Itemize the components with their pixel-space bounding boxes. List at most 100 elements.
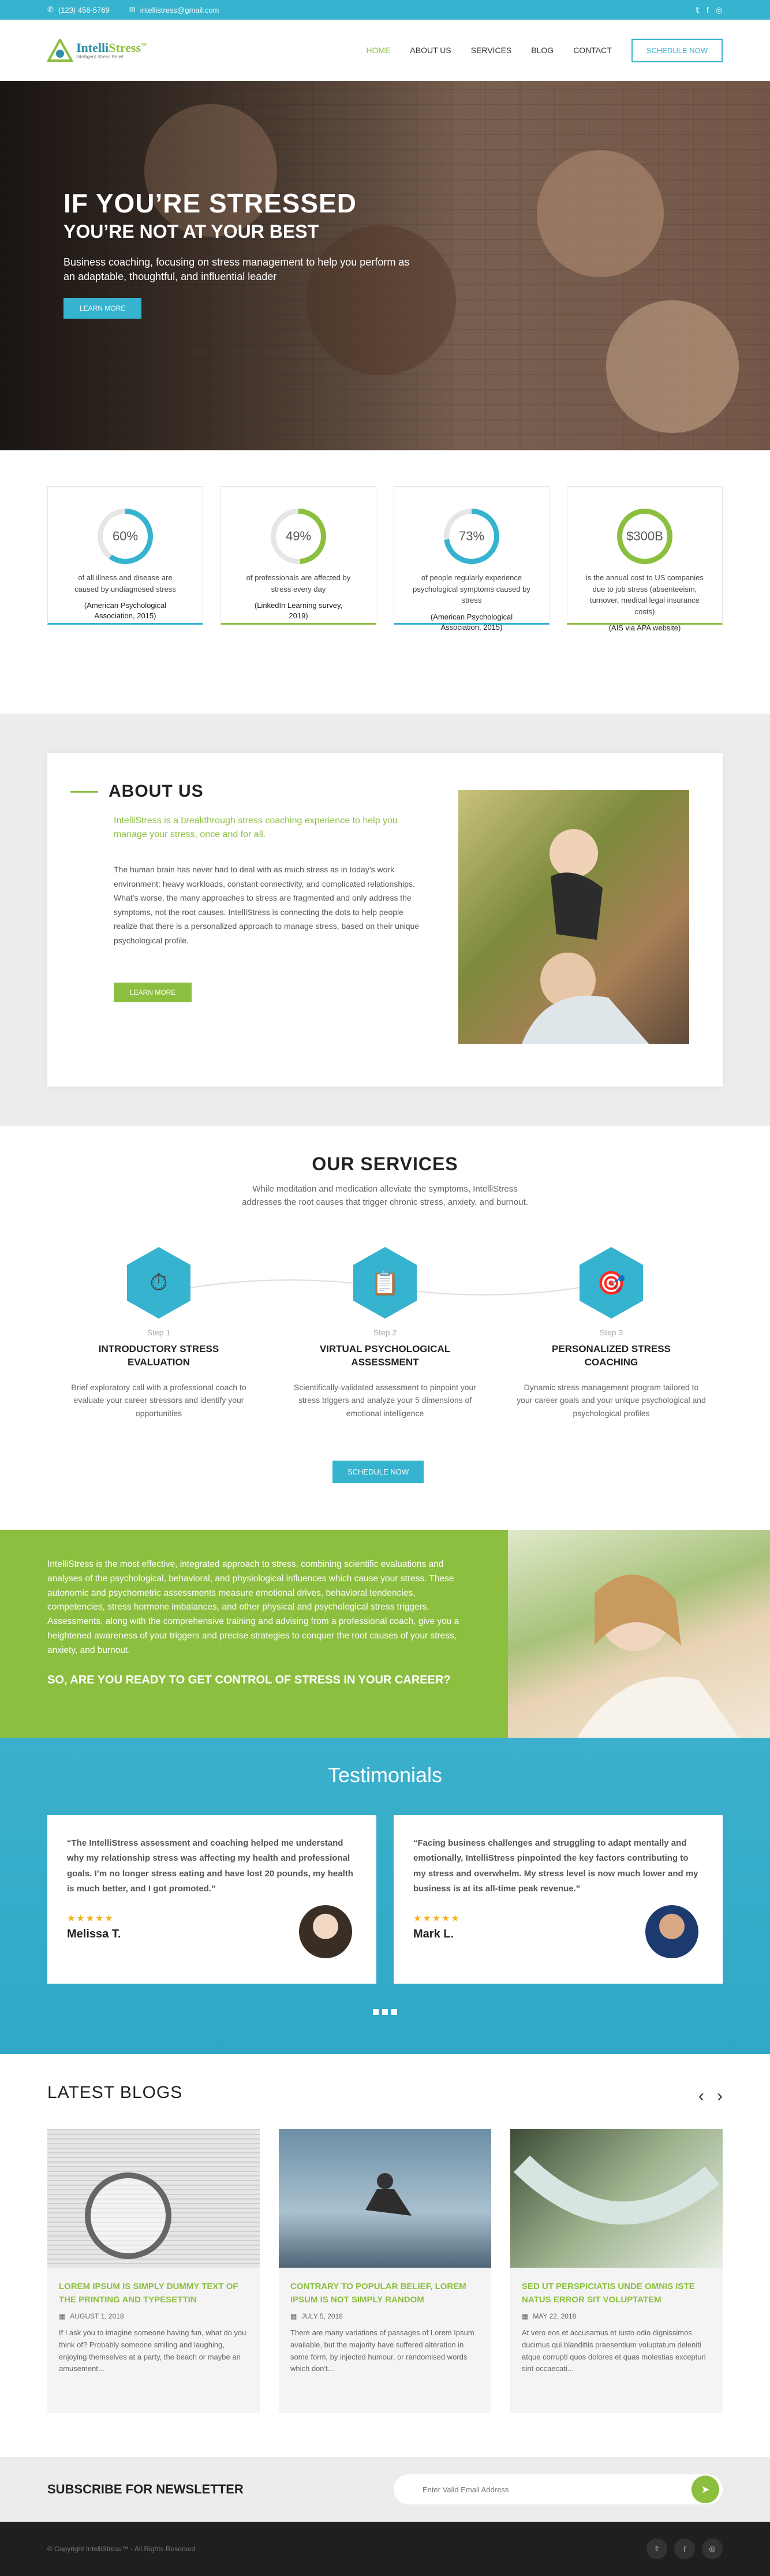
about-body: The human brain has never had to deal wi… [114, 865, 420, 945]
blog-image-hammock [510, 2129, 723, 2268]
nav-services[interactable]: SERVICES [471, 46, 512, 55]
step-label: Step 1 [147, 1328, 171, 1337]
email-address[interactable]: intellistress@gmail.com [140, 6, 219, 14]
newsletter-section: SUBSCRIBE FOR NEWSLETTER ➤ [0, 2457, 770, 2522]
testimonials-title: Testimonials [327, 1763, 443, 1787]
service-description: Scientifically-validated assessment to p… [294, 1382, 476, 1418]
stat-description: of people regularly experience psycholog… [413, 573, 530, 604]
blog-post-card[interactable]: CONTRARY TO POPULAR BELIEF, LOREM IPSUM … [279, 2129, 491, 2413]
phone-contact[interactable]: ✆ (123) 456-5769 [47, 5, 110, 14]
stat-card: 73% of people regularly experience psych… [394, 486, 550, 632]
blog-post-title[interactable]: CONTRARY TO POPULAR BELIEF, LOREM IPSUM … [279, 2268, 491, 2306]
stopwatch-icon: ⏱ [127, 1247, 190, 1319]
main-navbar: IntelliStress™ Intelligent Stress Relief… [0, 20, 770, 81]
stat-description: of professionals are affected by stress … [246, 573, 351, 593]
service-title: INTRODUCTORY STRESS EVALUATION [98, 1343, 219, 1368]
nav-blog[interactable]: BLOG [531, 46, 554, 55]
mail-icon: ✉ [129, 5, 136, 14]
relaxed-woman-image [508, 1530, 770, 1738]
blog-image-magnifier [47, 2129, 260, 2268]
phone-icon: ✆ [47, 5, 54, 14]
stat-source: (American Psychological Association, 201… [430, 612, 513, 632]
service-description: Dynamic stress management program tailor… [517, 1382, 706, 1418]
about-learn-more-button[interactable]: LEARN MORE [114, 983, 192, 1002]
top-bar: ✆ (123) 456-5769 ✉ intellistress@gmail.c… [0, 0, 770, 20]
blog-post-title[interactable]: LOREM IPSUM IS SIMPLY DUMMY TEXT OF THE … [47, 2268, 260, 2306]
stats-section: 60% of all illness and disease are cause… [0, 450, 770, 714]
email-contact[interactable]: ✉ intellistress@gmail.com [129, 5, 219, 14]
stat-ring: 73% [444, 509, 499, 564]
blog-post-date: ▦ JULY 5, 2018 [290, 2312, 343, 2320]
hero-banner: IF YOU’RE STRESSED YOU’RE NOT AT YOUR BE… [0, 81, 770, 450]
services-section: OUR SERVICES While meditation and medica… [0, 1126, 770, 1530]
jumping-man-image [365, 2173, 412, 2216]
step-label: Step 2 [373, 1328, 397, 1337]
blog-post-card[interactable]: LOREM IPSUM IS SIMPLY DUMMY TEXT OF THE … [47, 2129, 260, 2413]
approach-text-block: IntelliStress is the most effective, int… [0, 1530, 508, 1738]
hero-learn-more-button[interactable]: LEARN MORE [63, 298, 142, 319]
carousel-dot[interactable] [382, 2009, 388, 2015]
stat-source: (American Psychological Association, 201… [84, 601, 167, 621]
service-step-2: 📋 Step 2 VIRTUAL PSYCHOLOGICAL ASSESSMEN… [278, 1247, 492, 1420]
service-step-3: 🎯 Step 3 PERSONALIZED STRESS COACHING Dy… [504, 1247, 718, 1420]
nav-contact[interactable]: CONTACT [573, 46, 612, 55]
instagram-icon[interactable]: ◎ [702, 2538, 723, 2559]
father-daughter-image [522, 829, 649, 1044]
chevron-right-icon[interactable]: › [717, 2086, 723, 2106]
blog-post-card[interactable]: SED UT PERSPICIATIS UNDE OMNIS ISTE NATU… [510, 2129, 723, 2413]
service-step-1: ⏱ Step 1 INTRODUCTORY STRESS EVALUATION … [52, 1247, 266, 1420]
blog-image-jump [279, 2129, 491, 2268]
testimonial-quote: “Facing business challenges and struggli… [413, 1838, 698, 1894]
twitter-icon[interactable]: 𝕥 [696, 5, 700, 15]
title-divider [70, 790, 98, 793]
phone-number[interactable]: (123) 456-5769 [58, 6, 110, 14]
blog-post-excerpt: There are many variations of passages of… [290, 2328, 474, 2373]
blog-post-excerpt: At vero eos et accusamus et iusto odio d… [522, 2328, 706, 2373]
nav-home[interactable]: HOME [366, 46, 390, 55]
approach-section: IntelliStress is the most effective, int… [0, 1530, 770, 1738]
service-title: VIRTUAL PSYCHOLOGICAL ASSESSMENT [319, 1343, 451, 1368]
about-card: ABOUT US IntelliStress is a breakthrough… [47, 753, 723, 1087]
carousel-dot[interactable] [391, 2009, 397, 2015]
avatar [299, 1905, 352, 1958]
stat-value: 60% [103, 514, 148, 559]
carousel-dot[interactable] [373, 2009, 379, 2015]
blog-carousel-arrows: ‹ › [698, 2086, 723, 2106]
newsletter-form: ➤ [394, 2474, 723, 2504]
chevron-left-icon[interactable]: ‹ [698, 2086, 704, 2106]
hero-subtitle: YOU’RE NOT AT YOUR BEST [63, 221, 319, 242]
schedule-now-button[interactable]: SCHEDULE NOW [631, 38, 723, 62]
service-description: Brief exploratory call with a profession… [71, 1382, 246, 1418]
facebook-icon[interactable]: f [674, 2538, 695, 2559]
nav-about[interactable]: ABOUT US [410, 46, 451, 55]
footer: © Copyright IntelliStress™ - All Rights … [0, 2522, 770, 2576]
copyright-text: © Copyright IntelliStress™ - All Rights … [47, 2545, 196, 2553]
newsletter-email-input[interactable] [423, 2485, 653, 2494]
blog-post-date: ▦ MAY 22, 2018 [522, 2312, 577, 2320]
testimonials-section: Testimonials “The IntelliStress assessme… [0, 1738, 770, 2054]
newsletter-submit-button[interactable]: ➤ [691, 2476, 719, 2503]
about-lead: IntelliStress is a breakthrough stress c… [114, 816, 398, 839]
logo-tagline: Intelligent Stress Relief [76, 54, 124, 59]
nav-menu: HOME ABOUT US SERVICES BLOG CONTACT SCHE… [366, 38, 723, 62]
twitter-icon[interactable]: 𝕥 [646, 2538, 667, 2559]
logo-name: IntelliStress™ [76, 40, 147, 55]
site-logo[interactable]: IntelliStress™ Intelligent Stress Relief [47, 39, 147, 62]
about-title: ABOUT US [109, 782, 204, 801]
topbar-social: 𝕥 f ◎ [696, 5, 723, 15]
stat-value: $300B [622, 514, 667, 559]
blogs-section: LATEST BLOGS ‹ › LOREM IPSUM IS SIMPLY D… [0, 2054, 770, 2457]
blog-post-excerpt: If I ask you to imagine someone having f… [59, 2328, 246, 2373]
approach-question: SO, ARE YOU READY TO GET CONTROL OF STRE… [47, 1673, 451, 1686]
blog-post-date: ▦ AUGUST 1, 2018 [59, 2312, 124, 2320]
blog-post-title[interactable]: SED UT PERSPICIATIS UNDE OMNIS ISTE NATU… [510, 2268, 723, 2306]
services-schedule-button[interactable]: SCHEDULE NOW [332, 1461, 424, 1483]
stat-description: of all illness and disease are caused by… [74, 573, 176, 593]
target-checklist-icon: 🎯 [580, 1247, 643, 1319]
stat-ring: $300B [617, 509, 672, 564]
facebook-icon[interactable]: f [707, 5, 709, 15]
carousel-dots [0, 2009, 770, 2015]
testimonial-card: “The IntelliStress assessment and coachi… [47, 1815, 376, 1984]
stat-card: 49% of professionals are affected by str… [220, 486, 376, 625]
instagram-icon[interactable]: ◎ [716, 5, 723, 15]
